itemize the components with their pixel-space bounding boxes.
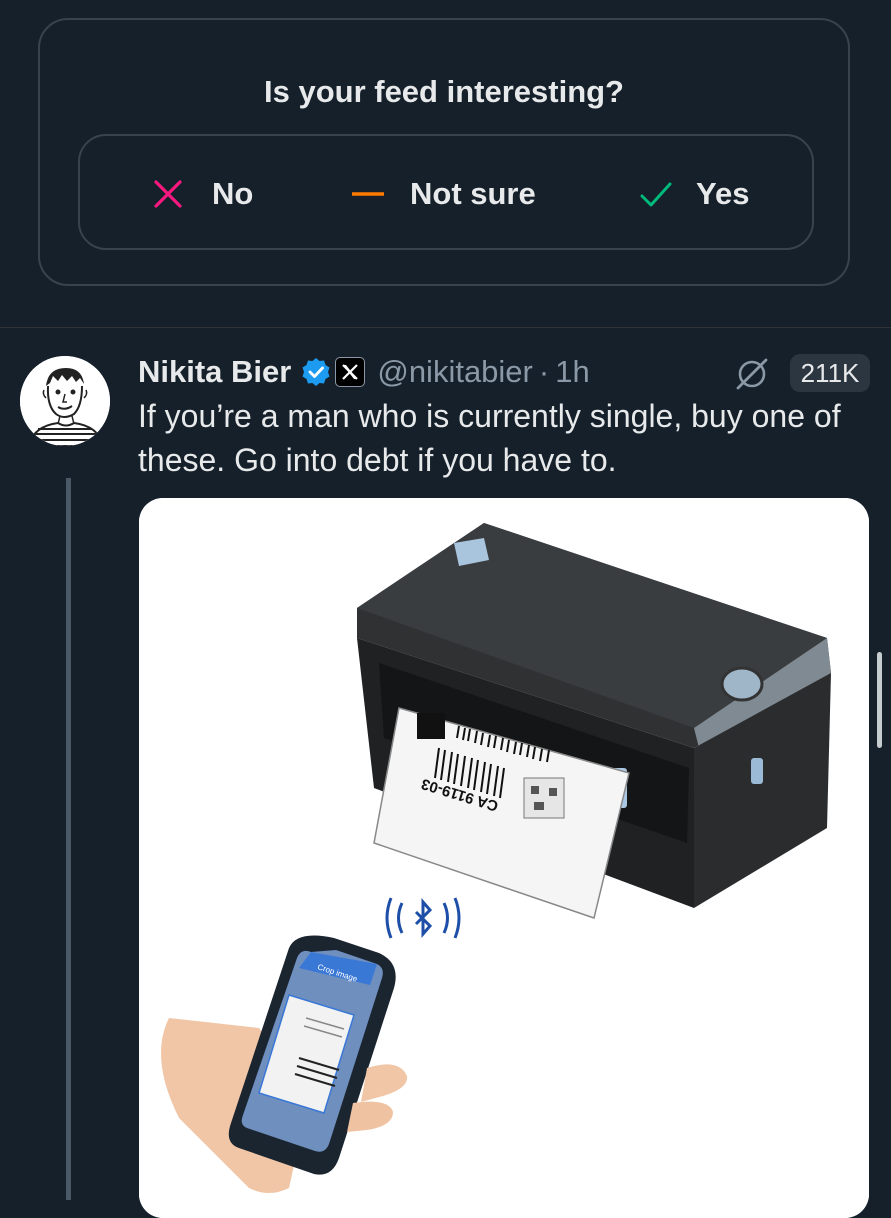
label-printer-illustration: CA 9119-03 Crop image <box>139 498 869 1218</box>
tweet-header: Nikita Bier @nikitabier · 1h <box>138 350 590 394</box>
feed-survey-section: Is your feed interesting? No Not sure Ye… <box>0 0 891 328</box>
dash-icon <box>352 192 384 196</box>
check-icon <box>640 182 672 207</box>
views-count-badge[interactable]: 211K <box>790 354 870 392</box>
display-name[interactable]: Nikita Bier <box>138 354 291 390</box>
survey-question: Is your feed interesting? <box>263 74 624 109</box>
survey-option-no[interactable]: No <box>152 174 253 214</box>
tweet-text: If you’re a man who is currently single,… <box>138 398 841 478</box>
timestamp[interactable]: 1h <box>555 354 589 390</box>
separator-dot: · <box>538 354 550 389</box>
survey-option-yes[interactable]: Yes <box>640 174 749 214</box>
x-icon <box>154 180 182 208</box>
verified-badge-icon <box>302 358 330 386</box>
survey-option-label: No <box>212 176 254 211</box>
survey-option-label: Yes <box>696 176 750 211</box>
user-handle[interactable]: @nikitabier <box>377 354 533 390</box>
avatar-sketch <box>20 356 110 446</box>
thread-line <box>66 478 71 1200</box>
survey-option-not-sure[interactable]: Not sure <box>352 174 536 214</box>
avatar[interactable] <box>20 356 110 446</box>
survey-option-label: Not sure <box>410 176 536 211</box>
x-affiliate-icon[interactable] <box>335 357 366 387</box>
tweet[interactable]: Nikita Bier @nikitabier · 1h 211K If you… <box>0 328 891 1218</box>
survey-options-bar: No Not sure Yes <box>78 134 814 250</box>
grok-icon[interactable] <box>734 356 770 392</box>
x-logo-icon <box>342 364 359 380</box>
scrollbar-thumb[interactable] <box>877 652 882 748</box>
tweet-media-image[interactable]: CA 9119-03 Crop image <box>139 498 869 1218</box>
feed-survey-card: Is your feed interesting? No Not sure Ye… <box>38 18 850 286</box>
